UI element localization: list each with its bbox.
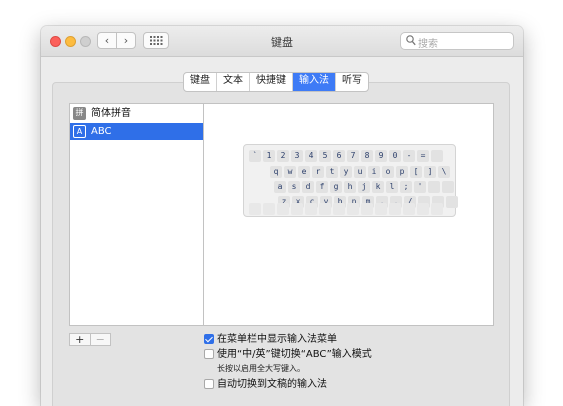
keyboard-key: r (312, 166, 324, 178)
tab-dictation[interactable]: 听写 (335, 73, 368, 91)
keyboard-key: t (326, 166, 338, 178)
caps-switch-checkbox[interactable] (204, 349, 214, 359)
keyboard-key-blank (431, 150, 443, 162)
keyboard-key-blank (347, 203, 359, 215)
keyboard-key-blank (361, 203, 373, 215)
keyboard-key-blank (442, 181, 454, 193)
show-menu-label: 在菜单栏中显示输入法菜单 (217, 334, 337, 345)
caps-note: 长按以启用全大写键入。 (217, 364, 305, 373)
keyboard-key-blank (263, 203, 275, 215)
keyboard-preferences-window: ‹ › 键盘 搜索 键盘 文本 快捷键 输入法 听写 拼 简体拼音 A ABC … (41, 26, 523, 406)
keyboard-key: o (382, 166, 394, 178)
caps-switch-label: 使用“中/英”键切换“ABC”输入模式 (217, 349, 372, 360)
keyboard-key-blank (446, 196, 458, 208)
keyboard-key: q (270, 166, 282, 178)
tab-input-sources[interactable]: 输入法 (292, 73, 335, 91)
keyboard-key: 6 (333, 150, 345, 162)
keyboard-key: 2 (277, 150, 289, 162)
keyboard-key-blank (305, 203, 317, 215)
keyboard-key: 3 (291, 150, 303, 162)
keyboard-key: 8 (361, 150, 373, 162)
keyboard-key-blank (291, 203, 303, 215)
title-bar: ‹ › 键盘 搜索 (41, 26, 523, 57)
search-icon (406, 35, 416, 46)
keyboard-key: - (403, 150, 415, 162)
keyboard-key: 0 (389, 150, 401, 162)
list-item-label: ABC (91, 126, 112, 137)
keyboard-key: g (330, 181, 342, 193)
keyboard-key-blank (403, 203, 415, 215)
show-menu-checkbox[interactable] (204, 334, 214, 344)
keyboard-key: h (344, 181, 356, 193)
abc-icon: A (73, 125, 86, 138)
keyboard-key-blank (417, 203, 429, 215)
keyboard-key: s (288, 181, 300, 193)
keyboard-key: f (316, 181, 328, 193)
keyboard-key: = (417, 150, 429, 162)
input-source-list: 拼 简体拼音 A ABC (69, 103, 204, 326)
auto-switch-checkbox[interactable] (204, 379, 214, 389)
auto-switch-label: 自动切换到文稿的输入法 (217, 379, 327, 390)
keyboard-key-blank (375, 203, 387, 215)
keyboard-key: 9 (375, 150, 387, 162)
search-placeholder: 搜索 (418, 39, 438, 50)
keyboard-key: a (274, 181, 286, 193)
list-edit-buttons: + − (69, 333, 111, 346)
tab-text[interactable]: 文本 (216, 73, 249, 91)
list-item-label: 简体拼音 (91, 108, 131, 119)
keyboard-key: j (358, 181, 370, 193)
keyboard-key: ] (424, 166, 436, 178)
keyboard-key-blank (319, 203, 331, 215)
remove-input-source-button[interactable]: − (89, 334, 111, 345)
keyboard-key: 1 (263, 150, 275, 162)
tab-shortcuts[interactable]: 快捷键 (249, 73, 292, 91)
keyboard-key: w (284, 166, 296, 178)
keyboard-key: ; (400, 181, 412, 193)
keyboard-key: 5 (319, 150, 331, 162)
keyboard-key: 7 (347, 150, 359, 162)
keyboard-key: l (386, 181, 398, 193)
keyboard-key-blank (431, 203, 443, 215)
keyboard-key: ` (249, 150, 261, 162)
keyboard-key: 4 (305, 150, 317, 162)
keyboard-key: [ (410, 166, 422, 178)
keyboard-key-blank (277, 203, 289, 215)
keyboard-key: u (354, 166, 366, 178)
keyboard-key: e (298, 166, 310, 178)
list-item-pinyin[interactable]: 拼 简体拼音 (70, 105, 203, 122)
keyboard-key: p (396, 166, 408, 178)
keyboard-key-blank (428, 181, 440, 193)
keyboard-key: i (368, 166, 380, 178)
keyboard-key: k (372, 181, 384, 193)
search-field[interactable]: 搜索 (400, 32, 514, 50)
keyboard-key: d (302, 181, 314, 193)
keyboard-key: ' (414, 181, 426, 193)
keyboard-layout-preview: ` 1 2 3 4 5 6 7 8 9 0- = q w e r t y u i o p[] \ a s d f g h j k l; ' z x c… (243, 144, 458, 217)
preferences-tabs: 键盘 文本 快捷键 输入法 听写 (183, 72, 369, 92)
keyboard-key-blank (389, 203, 401, 215)
keyboard-key-blank (333, 203, 345, 215)
list-item-abc[interactable]: A ABC (70, 123, 203, 140)
keyboard-key: y (340, 166, 352, 178)
pinyin-icon: 拼 (73, 107, 86, 120)
keyboard-key: \ (438, 166, 450, 178)
add-input-source-button[interactable]: + (70, 334, 90, 345)
keyboard-key-blank (249, 203, 261, 215)
tab-keyboard[interactable]: 键盘 (184, 73, 216, 91)
